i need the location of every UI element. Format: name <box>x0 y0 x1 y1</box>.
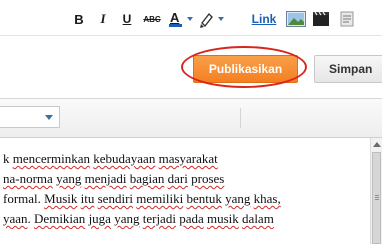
scroll-thumb[interactable] <box>372 152 381 244</box>
post-editor[interactable]: k mencerminkan kebudayaan masyarakat na-n… <box>0 138 382 244</box>
toolbar-more-icon[interactable] <box>337 8 357 30</box>
misspelled-word: khas, <box>253 191 281 206</box>
misspelled-word: Demikian <box>34 211 86 226</box>
highlight-color-icon <box>200 12 224 28</box>
text-color-button[interactable]: A <box>168 8 196 30</box>
editor-scrollbar[interactable] <box>370 138 382 244</box>
text-color-icon: A <box>169 10 193 27</box>
misspelled-word: dalam <box>242 211 274 226</box>
insert-video-button[interactable] <box>311 8 331 30</box>
misspelled-word: itu <box>80 191 95 206</box>
misspelled-word: memiliki <box>136 191 184 206</box>
link-button[interactable]: Link <box>249 8 279 30</box>
scroll-up-arrow-icon[interactable] <box>373 142 381 147</box>
text-line: k mencerminkan kebudayaan masyarakat <box>3 149 365 169</box>
save-button[interactable]: Simpan <box>314 55 382 83</box>
misspelled-word: proses <box>191 171 225 186</box>
grip-line <box>375 197 379 198</box>
misspelled-word: juga <box>88 211 111 226</box>
bold-button[interactable]: B <box>70 8 88 30</box>
highlight-color-button[interactable] <box>198 8 228 30</box>
toolbar-separator <box>240 108 241 128</box>
misspelled-word: musik <box>207 211 239 226</box>
grip-line <box>375 195 379 196</box>
text-segment: formal. <box>3 191 45 206</box>
misspelled-word: Musik <box>44 191 78 206</box>
text-line: na-norma yang menjadi bagian dari proses <box>3 169 365 189</box>
misspelled-word: sendiri <box>97 191 134 206</box>
text-segment: k <box>3 151 13 166</box>
misspelled-word: yang <box>225 191 251 206</box>
misspelled-word: menjadi <box>84 171 127 186</box>
italic-button[interactable]: I <box>94 8 112 30</box>
svg-text:A: A <box>170 10 180 25</box>
more-icon <box>340 11 354 27</box>
video-icon <box>313 11 329 26</box>
post-body-text[interactable]: k mencerminkan kebudayaan masyarakat na-n… <box>3 149 365 229</box>
underline-button[interactable]: U <box>118 8 136 30</box>
font-size-select[interactable] <box>0 106 60 128</box>
chevron-down-icon <box>45 115 53 120</box>
misspelled-word: yaan <box>3 211 28 226</box>
misspelled-word: kebudayaan <box>93 151 156 166</box>
misspelled-word: mencerminkan <box>12 151 90 166</box>
header-divider <box>0 35 382 36</box>
misspelled-word: na-norma <box>3 171 53 186</box>
insert-image-button[interactable] <box>285 8 307 30</box>
misspelled-word: pada <box>179 211 204 226</box>
text-line: formal. Musik itu sendiri memiliki bentu… <box>3 189 365 209</box>
text-line: yaan. Demikian juga yang terjadi pada mu… <box>3 209 365 229</box>
misspelled-word: terjadi <box>142 211 176 226</box>
grip-line <box>375 199 379 200</box>
misspelled-word: masyarakat <box>158 151 218 166</box>
image-icon <box>286 11 306 27</box>
misspelled-word: yang <box>56 171 82 186</box>
highlight-annotation <box>181 46 307 88</box>
strikethrough-button[interactable]: ABC <box>140 8 164 30</box>
misspelled-word: bagian <box>129 171 165 186</box>
misspelled-word: yang <box>114 211 140 226</box>
misspelled-word: dari <box>167 171 188 186</box>
misspelled-word: bentuk <box>186 191 222 206</box>
